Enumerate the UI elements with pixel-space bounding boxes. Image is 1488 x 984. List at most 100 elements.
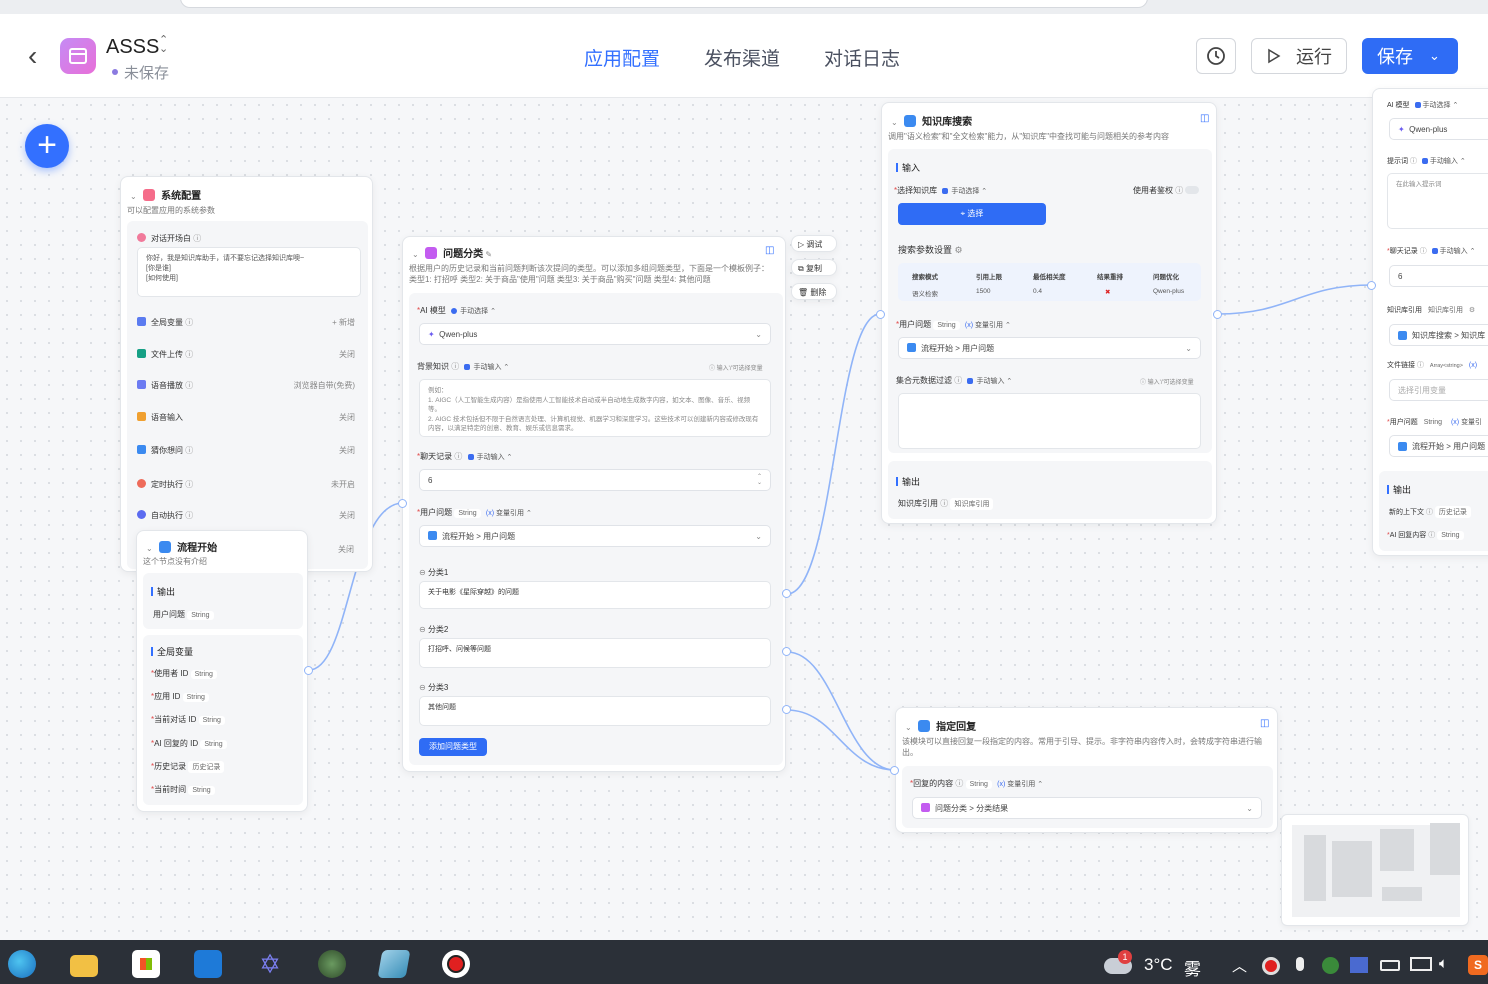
collapse-panel-icon[interactable]: ◫ <box>765 245 774 256</box>
address-bar[interactable] <box>180 0 1148 8</box>
system-node-desc: 可以配置应用的系统参数 <box>127 206 215 215</box>
start-output-handle[interactable] <box>304 666 313 675</box>
category-1-input[interactable]: 关于电影《星际穿越》的问题 <box>419 581 771 609</box>
flow-start-node[interactable]: ⌄ 流程开始 这个节点没有介绍 输出 用户问题 String 全局变量 *使用者… <box>136 530 308 812</box>
store-icon[interactable] <box>132 950 160 978</box>
run-button[interactable]: 运行 <box>1251 38 1347 74</box>
gear-icon[interactable]: ⚙ <box>955 245 963 255</box>
classify-input-handle[interactable] <box>398 499 407 508</box>
minimap[interactable] <box>1281 814 1469 926</box>
kb-input-handle[interactable] <box>876 310 885 319</box>
ai-model-select[interactable]: ✦ Qwen-plus <box>1389 118 1488 140</box>
input-method-icon[interactable]: S <box>1468 955 1488 975</box>
globe-icon[interactable] <box>318 950 346 978</box>
security-tray-icon[interactable] <box>1322 957 1339 974</box>
switch-app-icon[interactable]: ⌃ ⌄ <box>159 35 168 55</box>
reply-input-handle[interactable] <box>890 766 899 775</box>
kb-output-section <box>888 461 1212 519</box>
category-2-input[interactable]: 打招呼、问候等问题 <box>419 638 771 668</box>
weather-temp: 3°C <box>1144 955 1173 974</box>
minimap-node <box>1430 823 1460 875</box>
tab-logs[interactable]: 对话日志 <box>824 44 900 71</box>
edge-browser-icon[interactable] <box>8 950 36 978</box>
start-globals-list: *使用者 ID String *应用 ID String *当前对话 ID St… <box>151 668 301 807</box>
kb-output-handle[interactable] <box>1213 310 1222 319</box>
notepad-icon[interactable] <box>377 950 411 978</box>
system-row-schedule[interactable]: 定时执行 ⓘ 未开启 <box>137 478 355 510</box>
variable-icon <box>137 317 146 326</box>
delete-button[interactable]: 🗑 删除 <box>791 283 837 300</box>
kb-input-label: 输入 <box>896 161 920 174</box>
volume-icon[interactable]: 🔈︎ <box>1439 955 1448 972</box>
app-icon[interactable] <box>194 950 222 978</box>
ai-kb-select[interactable]: 知识库搜索 > 知识库 <box>1389 324 1488 346</box>
network-icon[interactable] <box>1410 957 1432 971</box>
system-config-node[interactable]: ⌄ 系统配置 可以配置应用的系统参数 对话开场白 ⓘ 你好，我是知识库助手，请不… <box>120 176 373 572</box>
category-2-handle[interactable] <box>782 647 791 656</box>
reply-content-select[interactable]: 问题分类 > 分类结果 ⌄ <box>912 797 1262 819</box>
system-row-globals[interactable]: 全局变量 ⓘ + 新增 <box>137 317 355 349</box>
app-name[interactable]: ASSS <box>106 36 159 59</box>
record-app-icon[interactable] <box>442 950 470 978</box>
ai-prompt-textarea[interactable]: 在此输入提示词 <box>1387 173 1488 229</box>
kb-auth-label: 使用者鉴权 ⓘ <box>1133 185 1200 196</box>
ai-question-select[interactable]: 流程开始 > 用户问题 <box>1389 435 1488 457</box>
classify-icon <box>424 247 437 259</box>
classify-question-select[interactable]: 流程开始 > 用户问题 ⌄ <box>419 525 771 547</box>
kb-params-label: 搜索参数设置 ⚙ <box>898 245 963 255</box>
collapse-panel-icon[interactable]: ◫ <box>1200 113 1209 124</box>
system-row-tts[interactable]: 语音播放 ⓘ 浏览器自带(免费) <box>137 380 355 412</box>
question-classify-node[interactable]: ⌄ 问题分类 ✎ ◫ 根据用户的历史记录和当前问题判断该次提问的类型。可以添加多… <box>402 236 786 772</box>
ai-chat-node[interactable]: AI 模型 手动选择 ⌃ ✦ Qwen-plus 提示词 ⓘ 手动输入 ⌃ 在此… <box>1372 88 1488 556</box>
classify-bg-label: 背景知识 ⓘ 手动输入 ⌃ <box>417 362 510 371</box>
tray-app-icon[interactable] <box>1350 957 1368 973</box>
system-row-voice-input[interactable]: 语音输入 关闭 <box>137 411 355 445</box>
system-row-suggest[interactable]: 猜你想问 ⓘ 关闭 <box>137 444 355 479</box>
category-3-label: ⊖ 分类3 <box>419 683 449 692</box>
remove-icon[interactable]: ⊖ <box>419 625 426 634</box>
classify-bg-textarea[interactable]: 例如： 1. AIGC（人工智能生成内容）是指使用人工智能技术自动或半自动地生成… <box>419 379 771 437</box>
kb-params-table[interactable]: 搜索模式 引用上限 最低相关度 结果重排 问题优化 语义检索 1500 0.4 ✖ Qwen-p… <box>898 263 1201 301</box>
tab-publish[interactable]: 发布渠道 <box>704 44 780 71</box>
remove-icon[interactable]: ⊖ <box>419 568 426 577</box>
battery-icon[interactable] <box>1380 960 1400 971</box>
tab-app-config[interactable]: 应用配置 <box>584 44 660 71</box>
save-button[interactable]: 保存 ⌄ <box>1362 38 1458 74</box>
classify-question-label: *用户问题 String (x) 变量引用 ⌃ <box>417 508 532 518</box>
fixed-reply-node[interactable]: ⌄ 指定回复 ◫ 该模块可以直接回复一段指定的内容。常用于引导、提示。非字符串内… <box>895 707 1278 833</box>
collapse-panel-icon[interactable]: ◫ <box>1260 718 1269 729</box>
ai-input-handle[interactable] <box>1367 281 1376 290</box>
save-status: 未保存 <box>112 62 169 83</box>
microphone-tray-icon[interactable] <box>1296 957 1304 971</box>
welcome-textarea[interactable]: 你好，我是知识库助手，请不要忘记选择知识库噢~ [你是谁] [如何使用] <box>137 247 361 297</box>
add-category-button[interactable]: 添加问题类型 <box>419 738 487 756</box>
category-3-input[interactable]: 其他问题 <box>419 696 771 726</box>
kb-filter-textarea[interactable] <box>898 393 1201 449</box>
debug-button[interactable]: ▷ 调试 <box>791 235 837 252</box>
category-1-handle[interactable] <box>782 589 791 598</box>
system-row-file-upload[interactable]: 文件上传 ⓘ 关闭 <box>137 348 355 381</box>
classify-history-stepper[interactable]: 6 ⌃ ⌄ <box>419 469 771 491</box>
weather-icon[interactable]: 1 <box>1102 950 1134 976</box>
history-button[interactable] <box>1196 38 1236 74</box>
remove-icon[interactable]: ⊖ <box>419 683 426 692</box>
kb-search-node[interactable]: ⌄ 知识库搜索 ◫ 调用"语义检索"和"全文检索"能力，从"知识库"中查找可能与… <box>881 102 1217 524</box>
global-var-item: *当前对话 ID String <box>151 714 301 737</box>
copy-button[interactable]: ⧉ 复制 <box>791 259 837 276</box>
edit-icon[interactable]: ✎ <box>485 250 492 259</box>
kb-question-select[interactable]: 流程开始 > 用户问题 ⌄ <box>898 337 1201 359</box>
file-explorer-icon[interactable] <box>70 955 98 977</box>
recording-tray-icon[interactable] <box>1262 957 1280 975</box>
kb-params-values: 语义检索 1500 0.4 ✖ Qwen-plus <box>912 288 1185 298</box>
ai-file-select[interactable]: 选择引用变量 <box>1389 379 1488 401</box>
chevron-up-icon[interactable]: ︿ <box>1232 955 1247 976</box>
category-3-handle[interactable] <box>782 705 791 714</box>
star-app-icon[interactable]: ✡ <box>256 950 284 978</box>
add-node-button[interactable]: + <box>25 124 69 168</box>
database-icon <box>903 115 916 127</box>
auth-toggle[interactable] <box>1185 186 1200 194</box>
ai-history-stepper[interactable]: 6 <box>1389 265 1488 287</box>
select-kb-button[interactable]: ⌖ 选择 <box>898 203 1046 225</box>
back-chevron-icon[interactable]: ‹ <box>28 42 37 70</box>
classify-model-select[interactable]: ✦ Qwen-plus ⌄ <box>419 323 771 345</box>
